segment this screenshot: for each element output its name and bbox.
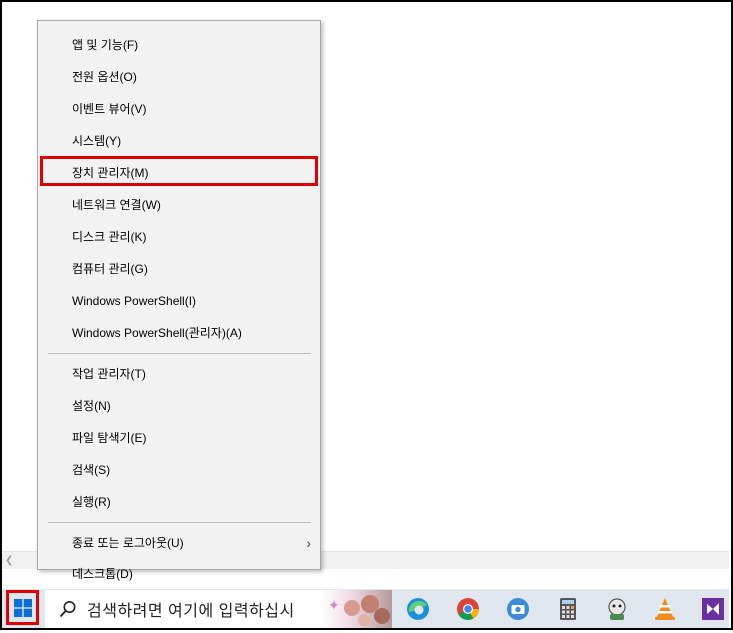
- menu-item-system[interactable]: 시스템(Y): [38, 126, 320, 156]
- menu-item-apps-features[interactable]: 앱 및 기능(F): [38, 30, 320, 60]
- menu-item-file-explorer[interactable]: 파일 탐색기(E): [38, 423, 320, 453]
- chrome-icon[interactable]: [455, 596, 481, 622]
- windows-logo-icon: [13, 598, 32, 617]
- search-placeholder: 검색하려면 여기에 입력하십시: [87, 603, 295, 620]
- menu-item-desktop-label[interactable]: 데스크톱(D): [38, 559, 320, 589]
- app-icon[interactable]: [604, 596, 630, 622]
- menu-item-task-manager[interactable]: 작업 관리자(T): [38, 359, 320, 389]
- menu-item-network-connections[interactable]: 네트워크 연결(W): [38, 190, 320, 220]
- menu-item-disk-management[interactable]: 디스크 관리(K): [38, 222, 320, 252]
- scroll-left-icon[interactable]: ❮: [5, 552, 13, 569]
- menu-item-computer-management[interactable]: 컴퓨터 관리(G): [38, 254, 320, 284]
- menu-item-event-viewer[interactable]: 이벤트 뷰어(V): [38, 94, 320, 124]
- menu-item-search[interactable]: 검색(S): [38, 455, 320, 485]
- menu-item-shutdown-signout[interactable]: 종료 또는 로그아웃(U) ›: [38, 528, 320, 558]
- svg-text:✦: ✦: [328, 598, 340, 614]
- menu-item-powershell-admin[interactable]: Windows PowerShell(관리자)(A): [38, 318, 320, 348]
- menu-item-power-options[interactable]: 전원 옵션(O): [38, 62, 320, 92]
- menu-item-settings[interactable]: 설정(N): [38, 391, 320, 421]
- search-highlight-illustration: ✦: [320, 590, 392, 628]
- device-manager-highlight-box: [40, 156, 318, 186]
- visual-studio-icon[interactable]: [700, 596, 726, 622]
- menu-separator: [48, 522, 311, 523]
- calculator-icon[interactable]: [555, 596, 581, 622]
- search-icon: [59, 600, 79, 618]
- menu-separator: [48, 353, 311, 354]
- edge-icon[interactable]: [405, 596, 431, 622]
- camera-app-icon[interactable]: [505, 596, 531, 622]
- vlc-icon[interactable]: [652, 596, 678, 622]
- menu-item-powershell[interactable]: Windows PowerShell(I): [38, 286, 320, 316]
- chevron-right-icon: ›: [306, 535, 311, 551]
- start-button[interactable]: [6, 590, 39, 625]
- winx-context-menu: 앱 및 기능(F) 전원 옵션(O) 이벤트 뷰어(V) 시스템(Y) 장치 관…: [37, 20, 321, 570]
- menu-item-run[interactable]: 실행(R): [38, 487, 320, 517]
